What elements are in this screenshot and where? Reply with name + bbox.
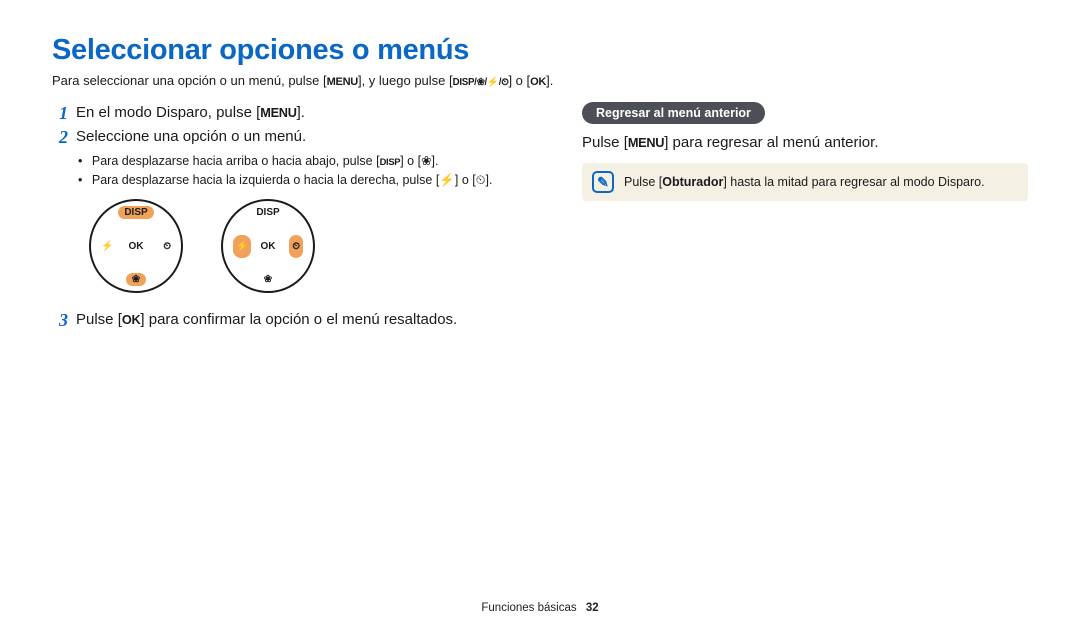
intro-post1: ] o [ — [508, 73, 530, 88]
ok-label: OK — [530, 76, 546, 88]
step-text: En el modo Disparo, pulse [MENU]. — [76, 102, 305, 124]
intro-text: Para seleccionar una opción o un menú, p… — [52, 73, 1028, 88]
right-column: Regresar al menú anterior Pulse [MENU] p… — [582, 102, 1028, 333]
step-2-subitems: Para desplazarse hacia arriba o hacia ab… — [78, 152, 552, 189]
rb-pre: Pulse [ — [582, 134, 628, 151]
flash-icon: ⚡ — [439, 173, 455, 187]
subitem: Para desplazarse hacia arriba o hacia ab… — [78, 152, 552, 171]
shutter-bold: Obturador — [662, 175, 723, 189]
ok-button: OK — [91, 201, 181, 291]
footer-section: Funciones básicas — [481, 602, 576, 614]
menu-label: MENU — [260, 102, 296, 124]
note-box: ✎ Pulse [Obturador] hasta la mitad para … — [582, 163, 1028, 201]
page-number: 32 — [586, 602, 599, 614]
dial-diagrams: DISP ❀ ⚡ ⏲ OK DISP ❀ ⚡ ⏲ OK — [86, 199, 552, 293]
section-badge: Regresar al menú anterior — [582, 102, 765, 124]
page-footer: Funciones básicas 32 — [0, 602, 1080, 614]
step-2: 2 Seleccione una opción o un menú. — [52, 126, 552, 148]
step1-pre: En el modo Disparo, pulse [ — [76, 104, 260, 121]
step-number: 3 — [52, 309, 68, 331]
ok-button: OK — [223, 201, 313, 291]
page-title: Seleccionar opciones o menús — [52, 34, 1028, 67]
note-post: ] hasta la mitad para regresar al modo D… — [723, 175, 984, 189]
note-icon: ✎ — [592, 171, 614, 193]
menu-label: MENU — [628, 135, 664, 150]
macro-icon: ❀ — [421, 154, 431, 168]
sub-b-pre: Para desplazarse hacia la izquierda o ha… — [92, 173, 439, 187]
step3-pre: Pulse [ — [76, 311, 122, 328]
timer-icon: ⏲ — [476, 173, 486, 187]
menu-label: MENU — [327, 76, 358, 88]
sub-b-mid: ] o [ — [455, 173, 476, 187]
subitem: Para desplazarse hacia la izquierda o ha… — [78, 171, 552, 189]
intro-post2: ]. — [546, 73, 553, 88]
dial-horizontal: DISP ❀ ⚡ ⏲ OK — [218, 199, 318, 293]
note-text: Pulse [Obturador] hasta la mitad para re… — [624, 175, 985, 189]
sub-a-pre: Para desplazarse hacia arriba o hacia ab… — [92, 154, 380, 168]
nav-sequence: DISP/❀/⚡/⏲ — [453, 77, 509, 88]
right-body-text: Pulse [MENU] para regresar al menú anter… — [582, 134, 1028, 151]
step-3: 3 Pulse [OK] para confirmar la opción o … — [52, 309, 552, 331]
step-1: 1 En el modo Disparo, pulse [MENU]. — [52, 102, 552, 124]
step1-post: ]. — [297, 104, 305, 121]
step-number: 2 — [52, 126, 68, 148]
sub-b-post: ]. — [486, 173, 493, 187]
step-number: 1 — [52, 102, 68, 124]
note-pre: Pulse [ — [624, 175, 662, 189]
ok-label: OK — [122, 309, 141, 331]
dial-vertical: DISP ❀ ⚡ ⏲ OK — [86, 199, 186, 293]
step-text: Seleccione una opción o un menú. — [76, 126, 306, 148]
dial-control: DISP ❀ ⚡ ⏲ OK — [89, 199, 183, 293]
content-columns: 1 En el modo Disparo, pulse [MENU]. 2 Se… — [52, 102, 1028, 333]
sub-a-post: ]. — [432, 154, 439, 168]
intro-mid: ], y luego pulse [ — [358, 73, 453, 88]
sub-a-mid: ] o [ — [400, 154, 421, 168]
dial-control: DISP ❀ ⚡ ⏲ OK — [221, 199, 315, 293]
disp-label: DISP — [380, 153, 401, 171]
step3-post: ] para confirmar la opción o el menú res… — [140, 311, 457, 328]
left-column: 1 En el modo Disparo, pulse [MENU]. 2 Se… — [52, 102, 552, 333]
step-text: Pulse [OK] para confirmar la opción o el… — [76, 309, 457, 331]
rb-post: ] para regresar al menú anterior. — [664, 134, 878, 151]
intro-pre: Para seleccionar una opción o un menú, p… — [52, 73, 327, 88]
